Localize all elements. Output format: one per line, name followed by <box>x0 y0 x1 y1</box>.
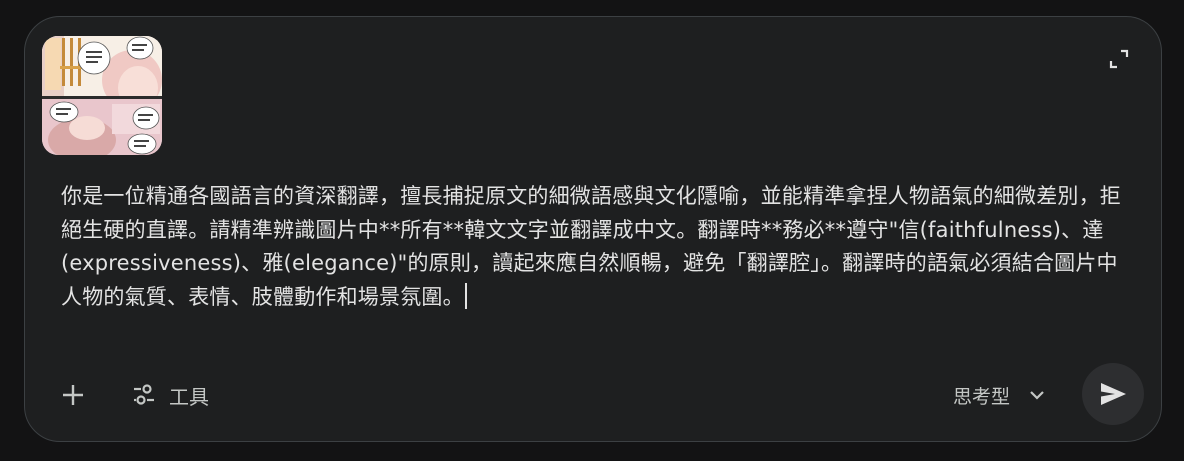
tools-label: 工具 <box>169 384 209 409</box>
plus-icon <box>63 385 83 405</box>
add-attachment-button[interactable] <box>59 381 87 409</box>
expand-button[interactable] <box>1107 47 1131 71</box>
tools-button[interactable]: 工具 <box>131 381 209 409</box>
mode-selector[interactable]: 思考型 <box>953 381 1046 409</box>
text-caret <box>464 282 467 309</box>
send-icon <box>1101 383 1126 405</box>
tune-icon <box>134 384 154 405</box>
mode-label: 思考型 <box>953 385 1011 408</box>
prompt-composer: 你是一位精通各國語言的資深翻譯，擅長捕捉原文的細微語感與文化隱喻，並能精準拿捏人… <box>24 16 1162 442</box>
expand-icon <box>1109 49 1129 69</box>
chevron-down-icon <box>1030 391 1044 400</box>
manga-page-image <box>42 36 162 155</box>
send-button[interactable] <box>1082 363 1144 425</box>
attachment-thumbnail[interactable] <box>42 36 162 155</box>
prompt-text: 你是一位精通各國語言的資深翻譯，擅長捕捉原文的細微語感與文化隱喻，並能精準拿捏人… <box>61 184 1121 309</box>
prompt-input[interactable]: 你是一位精通各國語言的資深翻譯，擅長捕捉原文的細微語感與文化隱喻，並能精準拿捏人… <box>61 180 1121 314</box>
